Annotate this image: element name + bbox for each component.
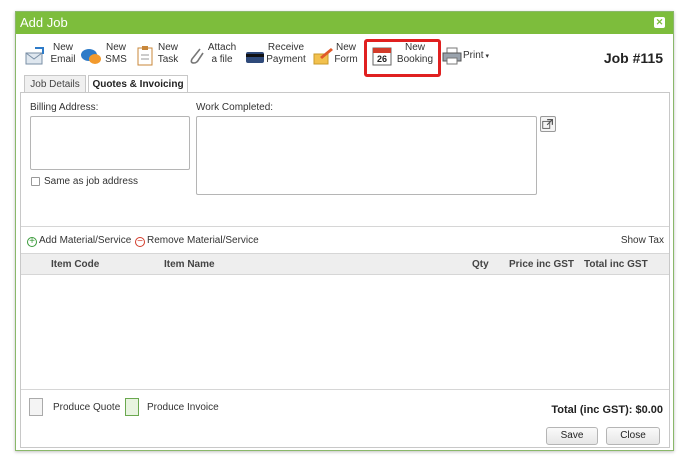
- close-icon[interactable]: ✕: [654, 17, 665, 28]
- table-bottom-divider: [21, 389, 669, 390]
- work-completed-field[interactable]: [196, 116, 537, 195]
- minus-circle-icon: −: [135, 237, 145, 247]
- new-form-label: New Form: [334, 42, 358, 65]
- new-sms-button[interactable]: New SMS: [80, 42, 128, 70]
- same-as-job-address-checkbox[interactable]: [31, 177, 40, 186]
- chevron-down-icon: ▾: [483, 53, 490, 60]
- form-icon: [313, 48, 333, 65]
- job-number: Job #115: [603, 50, 663, 66]
- quote-document-icon: [29, 398, 43, 416]
- new-booking-highlight: [364, 39, 441, 77]
- dialog-titlebar: Add Job ✕: [16, 12, 673, 34]
- printer-icon: [442, 47, 462, 65]
- show-tax-link[interactable]: Show Tax: [621, 235, 664, 246]
- email-icon: [25, 47, 44, 65]
- attach-file-label: Attach a file: [207, 42, 237, 65]
- new-email-button[interactable]: New Email: [24, 42, 76, 70]
- total-inc-gst: Total (inc GST): $0.00: [551, 404, 663, 416]
- quotes-invoicing-panel: Billing Address: Same as job address Wor…: [20, 92, 670, 448]
- column-item-name: Item Name: [164, 259, 215, 270]
- attach-file-button[interactable]: Attach a file: [186, 42, 238, 70]
- column-item-code: Item Code: [51, 259, 100, 270]
- new-form-button[interactable]: New Form: [312, 42, 360, 70]
- receive-payment-label: Receive Payment: [266, 42, 306, 65]
- new-task-button[interactable]: New Task: [134, 42, 180, 70]
- column-total-inc-gst: Total inc GST: [584, 259, 648, 270]
- same-as-job-address-label: Same as job address: [44, 176, 138, 187]
- paperclip-icon: [190, 48, 204, 64]
- billing-address-field[interactable]: [30, 116, 190, 170]
- popout-icon[interactable]: [540, 116, 556, 132]
- new-sms-label: New SMS: [105, 42, 127, 65]
- remove-material-button[interactable]: − Remove Material/Service: [135, 235, 259, 247]
- receive-payment-button[interactable]: Receive Payment: [244, 42, 306, 70]
- materials-table-header: Item Code Item Name Qty Price inc GST To…: [21, 253, 669, 275]
- save-button[interactable]: Save: [546, 427, 598, 445]
- section-divider: [21, 226, 669, 227]
- payment-card-icon: [246, 52, 264, 63]
- produce-invoice-button[interactable]: Produce Invoice: [125, 398, 219, 416]
- column-price-inc-gst: Price inc GST: [509, 259, 575, 270]
- invoice-document-icon: [125, 398, 139, 416]
- print-label: Print ▾: [463, 50, 490, 61]
- add-job-dialog: Add Job ✕ New Email New SMS New Task Att…: [15, 11, 674, 451]
- task-icon: [137, 46, 153, 66]
- close-button[interactable]: Close: [606, 427, 660, 445]
- plus-circle-icon: +: [27, 237, 37, 247]
- work-completed-label: Work Completed:: [196, 102, 274, 113]
- new-email-label: New Email: [50, 42, 76, 65]
- tab-job-details[interactable]: Job Details: [24, 75, 86, 93]
- print-button[interactable]: Print ▾: [441, 42, 491, 70]
- add-material-button[interactable]: + Add Material/Service: [27, 235, 131, 247]
- sms-icon: [81, 49, 101, 64]
- column-qty: Qty: [472, 259, 489, 270]
- billing-address-label: Billing Address:: [30, 102, 99, 113]
- dialog-title: Add Job: [20, 15, 68, 30]
- produce-quote-button[interactable]: Produce Quote: [29, 398, 120, 416]
- new-task-label: New Task: [157, 42, 179, 65]
